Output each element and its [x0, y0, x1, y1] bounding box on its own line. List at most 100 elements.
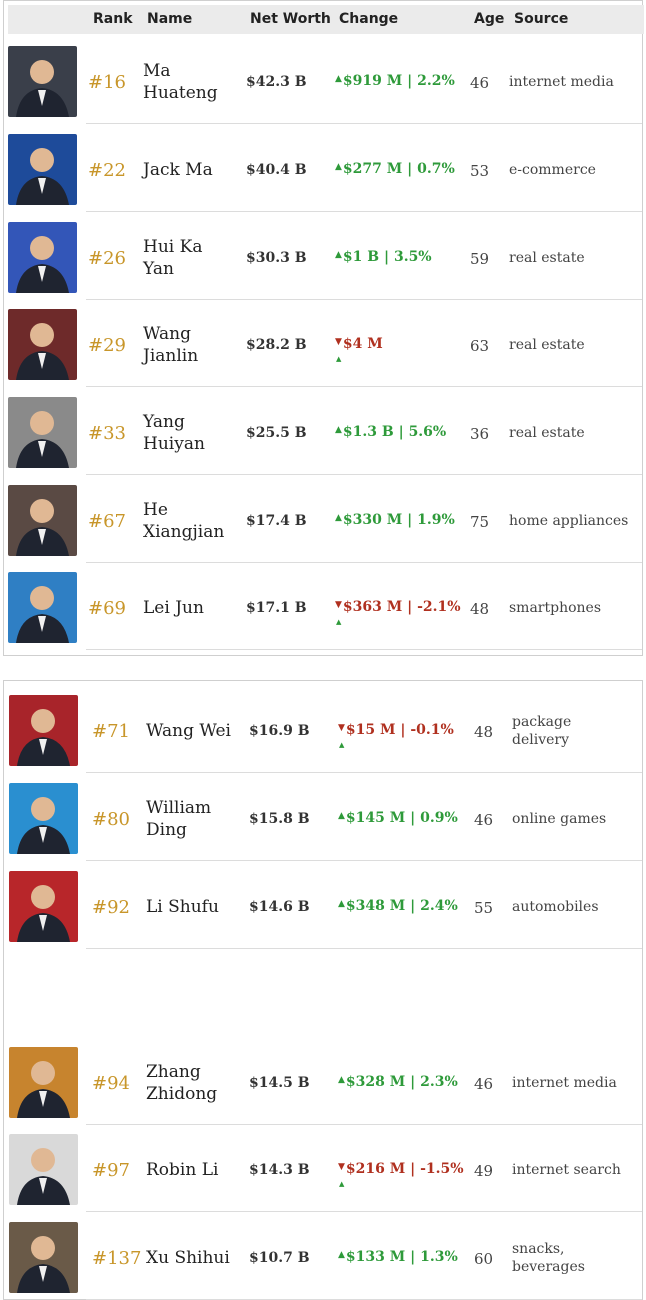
table-row: #71 Wang Wei $16.9 B ▼$15 M | -0.1% ▲ 48 packa… [4, 685, 642, 773]
rank-value: #33 [88, 423, 126, 444]
arrow-up-icon: ▲ [338, 811, 345, 821]
person-name[interactable]: Lei Jun [143, 597, 204, 619]
change-value: ▼$4 M ▲ [335, 336, 383, 363]
table-row: #67 He Xiangjian $17.4 B ▲$330 M | 1.9% 75 hom… [4, 475, 642, 563]
table-row: #80 William Ding $15.8 B ▲$145 M | 0.9% 46 onl… [4, 773, 642, 861]
person-name[interactable]: Wang Jianlin [143, 323, 198, 367]
person-name[interactable]: Hui Ka Yan [143, 236, 202, 280]
table-row: #33 Yang Huiyan $25.5 B ▲$1.3 B | 5.6% 36 real… [4, 387, 642, 475]
table-row: #69 Lei Jun $17.1 B ▼$363 M | -2.1% ▲ 48 smart… [4, 562, 642, 650]
small-arrow-up-icon: ▲ [339, 740, 345, 749]
rank-value: #80 [92, 809, 130, 830]
person-name[interactable]: He Xiangjian [143, 499, 224, 543]
net-worth-value: $17.4 B [246, 513, 307, 529]
arrow-up-icon: ▲ [338, 1075, 345, 1085]
change-value: ▲$328 M | 2.3% [338, 1074, 458, 1090]
change-value: ▼$363 M | -2.1% ▲ [335, 599, 461, 626]
age-value: 55 [474, 899, 494, 917]
net-worth-value: $15.8 B [249, 811, 310, 827]
source-value: internet media [509, 74, 614, 90]
age-value: 60 [474, 1250, 494, 1268]
net-worth-value: $14.6 B [249, 899, 310, 915]
arrow-up-icon: ▲ [335, 162, 342, 172]
change-value: ▲$133 M | 1.3% [338, 1249, 458, 1265]
source-value: package delivery [512, 714, 572, 748]
person-photo [8, 134, 77, 205]
age-value: 46 [474, 1075, 494, 1093]
rank-value: #26 [88, 248, 126, 269]
net-worth-value: $14.3 B [249, 1162, 310, 1178]
person-photo [9, 1047, 78, 1118]
arrow-up-icon: ▲ [335, 513, 342, 523]
person-name[interactable]: Jack Ma [143, 159, 213, 181]
rank-value: #67 [88, 511, 126, 532]
header-net-worth: Net Worth [250, 11, 331, 27]
header-name: Name [147, 11, 193, 27]
arrow-down-icon: ▼ [335, 600, 342, 610]
arrow-up-icon: ▲ [335, 425, 342, 435]
arrow-down-icon: ▼ [338, 723, 345, 733]
row-divider [86, 649, 642, 650]
change-value: ▼$216 M | -1.5% ▲ [338, 1161, 464, 1188]
rank-value: #137 [92, 1248, 142, 1269]
table-row: #92 Li Shufu $14.6 B ▲$348 M | 2.4% 55 automo… [4, 861, 642, 949]
change-value: ▲$919 M | 2.2% [335, 73, 455, 89]
table-row: #26 Hui Ka Yan $30.3 B ▲$1 B | 3.5% 59 real es… [4, 212, 642, 300]
arrow-up-icon: ▲ [335, 250, 342, 260]
source-value: automobiles [512, 899, 599, 915]
person-photo [9, 695, 78, 766]
person-photo [9, 783, 78, 854]
person-photo [8, 309, 77, 380]
source-value: online games [512, 811, 607, 827]
net-worth-value: $17.1 B [246, 600, 307, 616]
arrow-up-icon: ▲ [338, 1250, 345, 1260]
person-name[interactable]: Robin Li [146, 1159, 218, 1181]
person-name[interactable]: Wang Wei [146, 720, 231, 742]
small-arrow-up-icon: ▲ [336, 354, 342, 363]
small-arrow-up-icon: ▲ [339, 1179, 345, 1188]
header-change: Change [339, 11, 399, 27]
source-value: home appliances [509, 513, 629, 529]
age-value: 48 [470, 600, 490, 618]
header-source: Source [514, 11, 569, 27]
age-value: 48 [474, 723, 494, 741]
age-value: 75 [470, 513, 490, 531]
person-photo [8, 46, 77, 117]
rank-value: #71 [92, 721, 130, 742]
person-name[interactable]: Xu Shihui [146, 1247, 230, 1269]
person-name[interactable]: William Ding [146, 797, 211, 841]
change-value: ▲$348 M | 2.4% [338, 898, 458, 914]
person-photo [8, 485, 77, 556]
person-photo [8, 397, 77, 468]
table-row: #97 Robin Li $14.3 B ▼$216 M | -1.5% ▲ 49 inte… [4, 1124, 642, 1212]
net-worth-value: $10.7 B [249, 1250, 310, 1266]
change-value: ▲$277 M | 0.7% [335, 161, 455, 177]
rank-value: #97 [92, 1160, 130, 1181]
person-photo [9, 871, 78, 942]
person-name[interactable]: Zhang Zhidong [146, 1061, 217, 1105]
person-photo [9, 1222, 78, 1293]
table-row: #94 Zhang Zhidong $14.5 B ▲$328 M | 2.3% 46 in… [4, 1037, 642, 1125]
row-divider [86, 948, 642, 949]
net-worth-value: $30.3 B [246, 250, 307, 266]
person-photo [8, 222, 77, 293]
rank-value: #92 [92, 897, 130, 918]
source-value: e-commerce [509, 162, 596, 178]
age-value: 36 [470, 425, 490, 443]
arrow-up-icon: ▲ [335, 74, 342, 84]
person-name[interactable]: Ma Huateng [143, 60, 218, 104]
net-worth-value: $28.2 B [246, 337, 307, 353]
header-age: Age [474, 11, 505, 27]
age-value: 49 [474, 1162, 494, 1180]
person-name[interactable]: Yang Huiyan [143, 411, 205, 455]
table-header: Rank Name Net Worth Change Age Source [8, 5, 644, 34]
rank-value: #16 [88, 72, 126, 93]
source-value: smartphones [509, 600, 602, 616]
change-value: ▲$330 M | 1.9% [335, 512, 455, 528]
source-value: internet media [512, 1075, 617, 1091]
rank-value: #22 [88, 160, 126, 181]
person-name[interactable]: Li Shufu [146, 896, 219, 918]
arrow-down-icon: ▼ [335, 337, 342, 347]
arrow-down-icon: ▼ [338, 1162, 345, 1172]
source-value: real estate [509, 250, 585, 266]
